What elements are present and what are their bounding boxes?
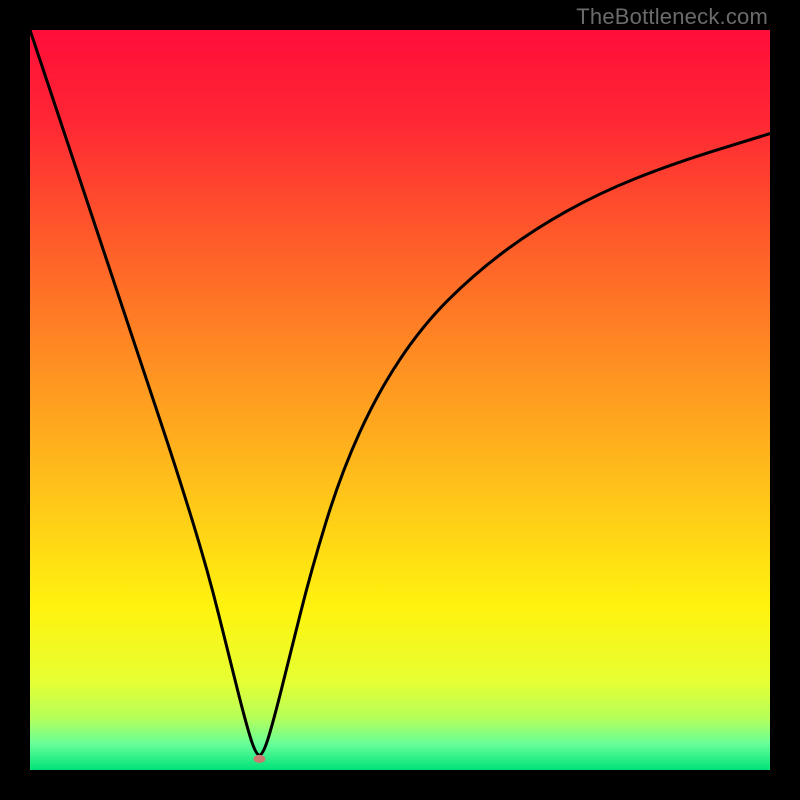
minimum-marker — [253, 755, 265, 763]
chart-frame — [30, 30, 770, 770]
bottleneck-chart — [30, 30, 770, 770]
watermark-text: TheBottleneck.com — [576, 4, 768, 30]
gradient-background — [30, 30, 770, 770]
